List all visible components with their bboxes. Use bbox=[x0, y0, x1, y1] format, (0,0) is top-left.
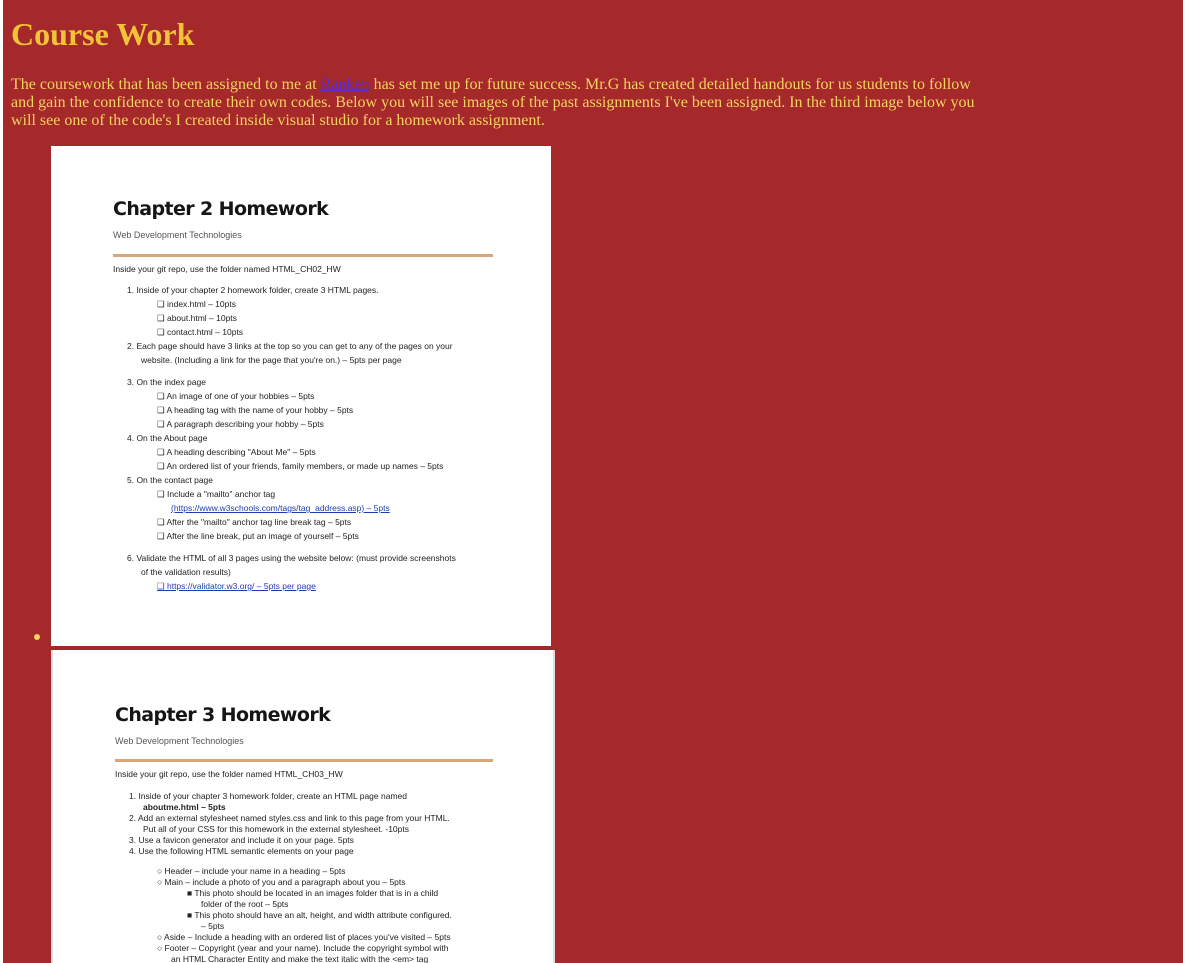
doc-line: an HTML Character Entity and make the te… bbox=[171, 954, 429, 963]
doc-line: ■ This photo should have an alt, height,… bbox=[187, 910, 452, 920]
doc-line: ○ Aside – Include a heading with an orde… bbox=[157, 932, 451, 942]
doc-line: aboutme.html – 5pts bbox=[143, 802, 226, 812]
doc-line: 1. Inside of your chapter 3 homework fol… bbox=[129, 791, 407, 801]
doc-line: ❑ A paragraph describing your hobby – 5p… bbox=[157, 419, 324, 429]
doc-line: 4. Use the following HTML semantic eleme… bbox=[129, 846, 354, 856]
page-title: Course Work bbox=[11, 16, 195, 52]
doc-line: ❑ about.html – 10pts bbox=[157, 313, 237, 323]
doc-line: ❑ After the line break, put an image of … bbox=[157, 531, 359, 541]
list-bullet bbox=[34, 634, 40, 640]
doc-line: Put all of your CSS for this homework in… bbox=[143, 824, 409, 834]
doc-line: ○ Footer – Copyright (year and your name… bbox=[157, 943, 449, 953]
page-body: Course Work The coursework that has been… bbox=[3, 0, 1183, 963]
doc-line: (https://www.w3schools.com/tags/tag_addr… bbox=[171, 503, 390, 513]
doc-line: ❑ contact.html – 10pts bbox=[157, 327, 244, 337]
doc-line: 3. Use a favicon generator and include i… bbox=[129, 835, 354, 845]
doc-line: ❑ An ordered list of your friends, famil… bbox=[157, 461, 444, 471]
doc-line: – 5pts bbox=[201, 921, 225, 931]
doc-line: ❑ A heading tag with the name of your ho… bbox=[157, 405, 354, 415]
doc-line: 4. On the About page bbox=[127, 433, 208, 443]
doc-line: 2. Each page should have 3 links at the … bbox=[127, 341, 453, 351]
doc-line: Inside your git repo, use the folder nam… bbox=[115, 769, 343, 779]
doc-subtitle: Web Development Technologies bbox=[113, 230, 242, 240]
doc-line: ❑ A heading describing "About Me" – 5pts bbox=[157, 447, 316, 457]
doc-title: Chapter 3 Homework bbox=[115, 704, 331, 726]
doc-line: ○ Header – include your name in a headin… bbox=[157, 866, 346, 876]
doc-line: website. (Including a link for the page … bbox=[141, 355, 402, 365]
chapter-2-homework-image: Chapter 2 Homework Web Development Techn… bbox=[51, 146, 551, 646]
doc-line: 2. Add an external stylesheet named styl… bbox=[129, 813, 450, 823]
doc-title: Chapter 2 Homework bbox=[113, 198, 329, 220]
doc-line: of the validation results) bbox=[141, 567, 231, 577]
doc-line: ❑ After the "mailto" anchor tag line bre… bbox=[157, 517, 352, 527]
doc-subtitle: Web Development Technologies bbox=[115, 736, 244, 746]
doc-line: folder of the root – 5pts bbox=[201, 899, 289, 909]
ranken-link[interactable]: Ranken bbox=[321, 76, 370, 93]
doc-line: ❑ An image of one of your hobbies – 5pts bbox=[157, 391, 315, 401]
doc-line: 5. On the contact page bbox=[127, 475, 214, 485]
chapter-3-homework-image: Chapter 3 Homework Web Development Techn… bbox=[51, 650, 555, 963]
doc-line: ○ Main – include a photo of you and a pa… bbox=[157, 877, 406, 887]
doc-line: 3. On the index page bbox=[127, 377, 206, 387]
doc-line: 6. Validate the HTML of all 3 pages usin… bbox=[127, 553, 456, 563]
doc-divider bbox=[115, 759, 493, 762]
doc-line: ❑ index.html – 10pts bbox=[157, 299, 236, 309]
doc-line: ❑ https://validator.w3.org/ – 5pts per p… bbox=[157, 581, 316, 591]
doc-line: ■ This photo should be located in an ima… bbox=[187, 888, 439, 898]
intro-paragraph: The coursework that has been assigned to… bbox=[11, 76, 991, 130]
doc-line: Inside your git repo, use the folder nam… bbox=[113, 264, 341, 274]
doc-divider bbox=[113, 254, 493, 257]
doc-line: 1. Inside of your chapter 2 homework fol… bbox=[127, 285, 379, 295]
doc-line: ❑ Include a "mailto" anchor tag bbox=[157, 489, 276, 499]
intro-text-before: The coursework that has been assigned to… bbox=[11, 76, 321, 93]
